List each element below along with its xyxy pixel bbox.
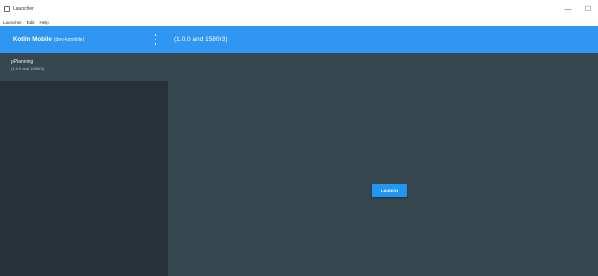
menu-item-help[interactable]: Help [40, 20, 49, 25]
window-titlebar: Launcher — ☐ [0, 0, 598, 18]
menu-item-launcher[interactable]: Launcher [3, 20, 22, 25]
list-item[interactable]: pPlanning (1.0.0 and 1580r3) [0, 53, 168, 81]
app-icon [4, 6, 10, 12]
main-header-title: (1.0.0 and 1580r3) [174, 36, 228, 43]
launch-button[interactable]: LAUNCH [372, 184, 407, 197]
project-id: (dev-kmobile) [53, 36, 85, 43]
window-controls: — ☐ [558, 0, 598, 18]
maximize-button[interactable]: ☐ [578, 0, 598, 18]
menu-item-edit[interactable]: Edit [27, 20, 35, 25]
maximize-icon: ☐ [584, 6, 592, 13]
more-options-icon[interactable] [154, 34, 157, 45]
list-item-title: pPlanning [11, 59, 34, 65]
sidebar-header: Kotlin Mobile (dev-kmobile) [0, 26, 168, 53]
menu-bar: Launcher Edit Help [0, 18, 598, 26]
main-content: LAUNCH [168, 53, 598, 276]
main-header: (1.0.0 and 1580r3) [168, 26, 598, 53]
project-name: Kotlin Mobile [13, 36, 52, 43]
minimize-button[interactable]: — [558, 0, 578, 18]
sidebar: pPlanning (1.0.0 and 1580r3) [0, 53, 168, 276]
window-title: Launcher [13, 6, 34, 12]
list-item-subtitle: (1.0.0 and 1580r3) [11, 66, 44, 71]
minimize-icon: — [564, 5, 572, 13]
